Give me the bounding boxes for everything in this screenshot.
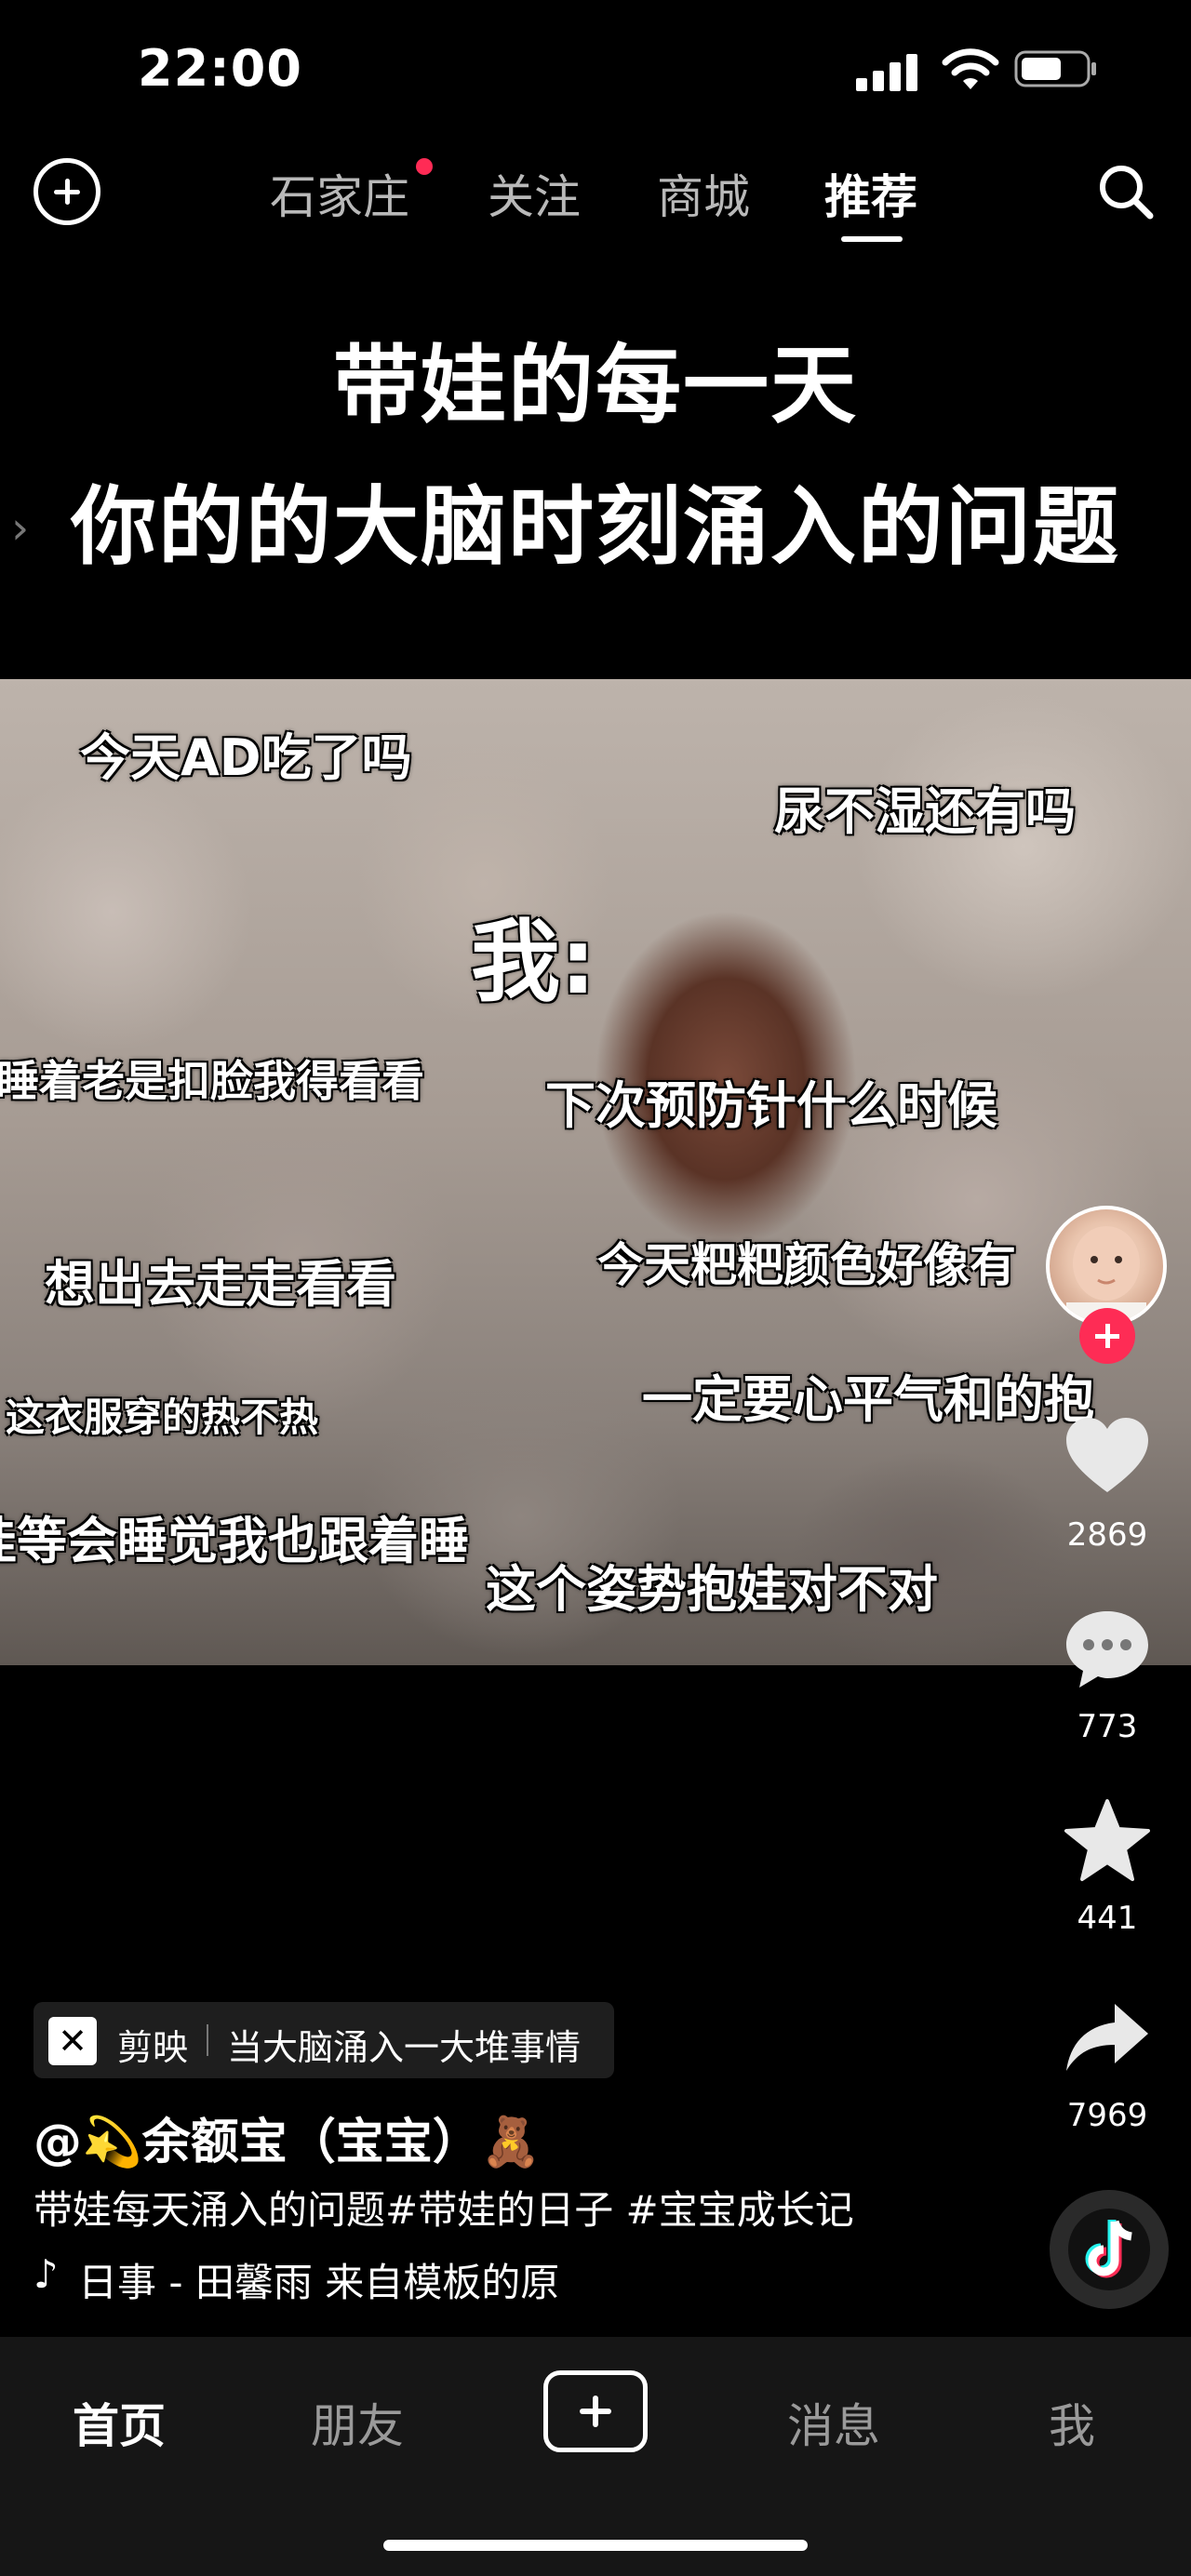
home-indicator[interactable]	[383, 2540, 808, 2551]
overlay-text: 一定要心平气和的抱	[642, 1370, 1094, 1429]
share-icon[interactable]	[1061, 1991, 1154, 2084]
heart-icon[interactable]	[1061, 1410, 1154, 1503]
tab-shijiazhuang[interactable]: 石家庄	[270, 160, 409, 227]
video-description[interactable]: 带娃每天涌入的问题#带娃的日子 #宝宝成长记	[33, 2179, 854, 2236]
share-count: 7969	[1066, 2097, 1148, 2134]
tiktok-note-icon	[1068, 2209, 1150, 2290]
nav-friends[interactable]: 朋友	[283, 2389, 432, 2456]
overlay-text: 娃等会睡觉我也跟着睡	[0, 1512, 469, 1570]
capcut-name: 剪映	[117, 2027, 189, 2068]
favorite-count: 441	[1077, 1900, 1138, 1937]
baby-face-icon	[1066, 1226, 1146, 1323]
tab-following[interactable]: 关注	[488, 160, 581, 227]
music-disc[interactable]	[1050, 2190, 1169, 2309]
video-player[interactable]: 今天AD吃了吗 尿不湿还有吗 我: 睡着老是扣脸我得看看 下次预防针什么时候 今…	[0, 679, 1191, 1665]
divider	[207, 2024, 208, 2056]
battery-icon	[1014, 50, 1096, 87]
active-tab-indicator	[841, 236, 903, 242]
overlay-text: 想出去走走看看	[45, 1255, 396, 1314]
status-time: 22:00	[138, 39, 302, 98]
tab-mall[interactable]: 商城	[657, 160, 750, 227]
add-content-button[interactable]	[33, 158, 100, 225]
like-count: 2869	[1066, 1516, 1148, 1554]
cellular-signal-icon	[856, 54, 917, 91]
overlay-text: 这个姿势抱娃对不对	[486, 1560, 938, 1619]
overlay-text: 今天粑粑颜色好像有	[597, 1238, 1016, 1292]
nav-home[interactable]: 首页	[45, 2389, 194, 2456]
music-title[interactable]: 日事 - 田馨雨 来自模板的原	[78, 2251, 618, 2308]
capcut-description: 当大脑涌入一大堆事情	[227, 2027, 582, 2068]
notification-dot	[416, 158, 433, 175]
author-name[interactable]: @💫余额宝（宝宝）🧸	[33, 2102, 542, 2172]
search-icon[interactable]	[1096, 162, 1156, 221]
comment-icon[interactable]	[1061, 1602, 1154, 1695]
tab-recommended[interactable]: 推荐	[824, 160, 917, 227]
overlay-text: 今天AD吃了吗	[80, 728, 412, 787]
overlay-text: 下次预防针什么时候	[545, 1076, 997, 1135]
follow-button[interactable]	[1079, 1308, 1135, 1364]
music-note-icon: ♪	[33, 2251, 59, 2297]
capcut-logo-icon: ✕	[48, 2017, 97, 2065]
overlay-text: 我:	[471, 910, 596, 1014]
nav-messages[interactable]: 消息	[759, 2389, 908, 2456]
star-favorite-icon[interactable]	[1061, 1795, 1154, 1889]
overlay-text: 尿不湿还有吗	[774, 782, 1076, 841]
video-headline-2: 你的的大脑时刻涌入的问题	[70, 477, 1120, 577]
comment-count: 773	[1077, 1708, 1138, 1745]
overlay-text: 这衣服穿的热不热	[6, 1395, 319, 1440]
video-headline-1: 带娃的每一天	[332, 336, 858, 435]
wifi-icon	[942, 48, 999, 89]
nav-me[interactable]: 我	[997, 2389, 1146, 2456]
create-button[interactable]	[543, 2370, 648, 2452]
overlay-text: 睡着老是扣脸我得看看	[0, 1056, 424, 1106]
